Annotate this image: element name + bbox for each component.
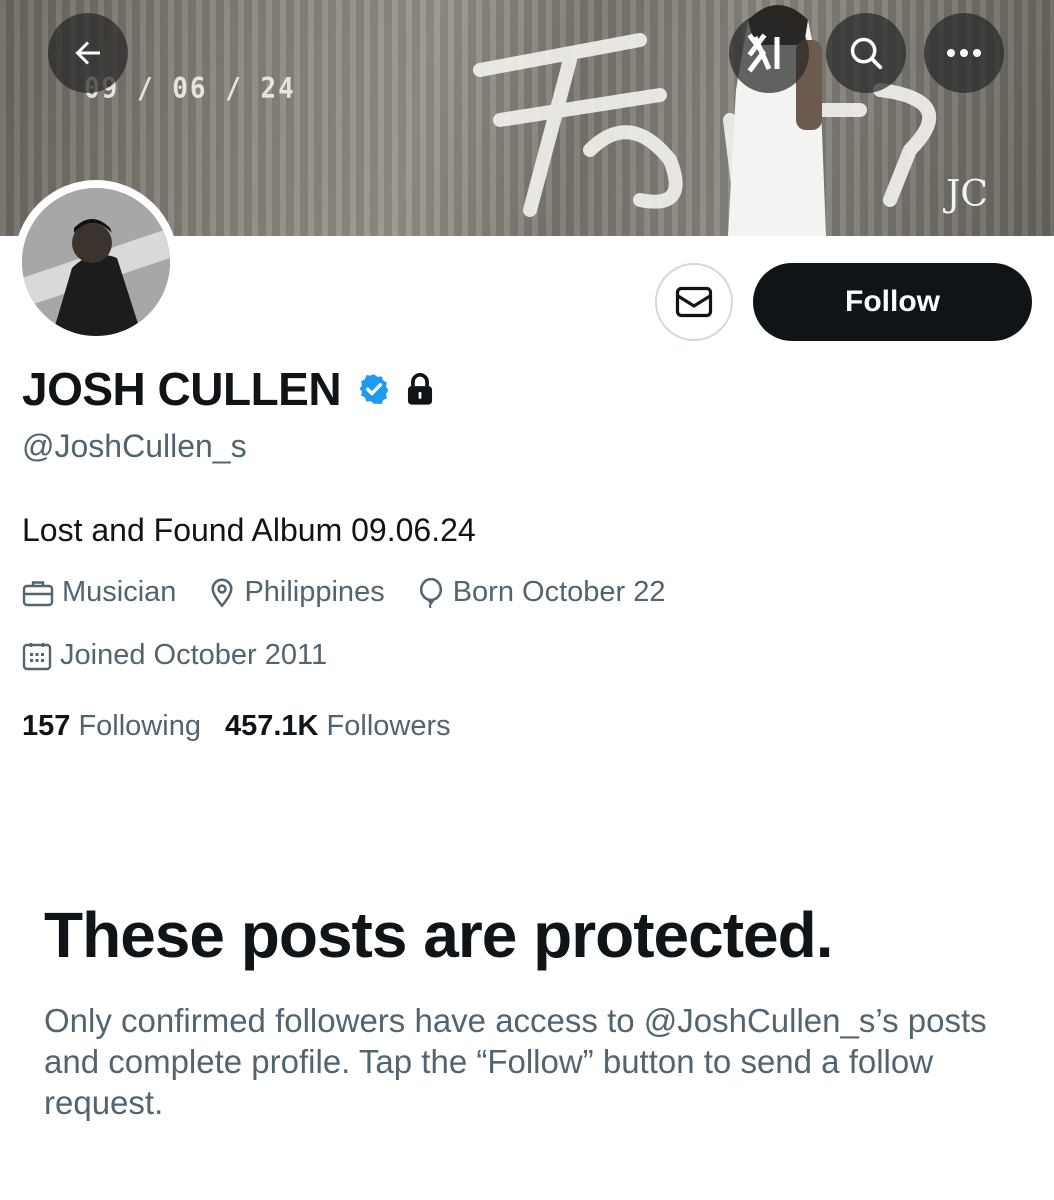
birthday-text: Born October 22	[452, 576, 666, 608]
follow-stats: 157 Following 457.1K Followers	[22, 710, 475, 743]
more-button[interactable]	[924, 13, 1004, 93]
avatar[interactable]	[14, 180, 178, 344]
followers-label: Followers	[326, 710, 451, 742]
user-handle: @JoshCullen_s	[22, 428, 247, 464]
followers-link[interactable]: 457.1K Followers	[225, 710, 451, 743]
message-button[interactable]	[655, 263, 733, 341]
search-button[interactable]	[826, 13, 906, 93]
followers-count: 457.1K	[224, 710, 319, 742]
following-link[interactable]: 157 Following	[22, 710, 201, 743]
arrow-left-icon	[75, 41, 100, 65]
location-item: Philippines	[208, 576, 385, 609]
joined-item: Joined October 2011	[22, 639, 327, 672]
location-text: Philippines	[244, 576, 385, 608]
search-icon	[850, 37, 883, 70]
profession-text: Musician	[62, 576, 177, 608]
briefcase-icon	[22, 580, 54, 606]
protected-description: Only confirmed followers have access to …	[44, 1002, 987, 1121]
name-row: JOSH CULLEN	[22, 362, 435, 416]
banner-logo: JC	[946, 174, 988, 215]
display-name: JOSH CULLEN	[22, 363, 342, 415]
envelope-icon	[675, 286, 713, 318]
avatar-image	[22, 188, 170, 336]
joined-text: Joined October 2011	[60, 639, 328, 671]
more-icon	[947, 49, 981, 57]
balloon-icon	[419, 577, 442, 608]
following-label: Following	[78, 710, 201, 742]
grok-button[interactable]	[729, 13, 809, 93]
back-button[interactable]	[48, 13, 128, 93]
protected-title: These posts are protected.	[44, 899, 833, 971]
follow-button[interactable]: Follow	[753, 263, 1032, 341]
bio: Lost and Found Album 09.06.24	[22, 512, 476, 548]
following-count: 157	[22, 710, 71, 742]
location-pin-icon	[211, 577, 233, 608]
joined-row: Joined October 2011	[22, 639, 359, 672]
profile-meta-row: Musician Philippines Born October 22	[22, 576, 698, 609]
birthday-item: Born October 22	[417, 576, 666, 609]
lock-icon	[408, 373, 433, 405]
grok-icon	[747, 33, 780, 73]
profession-item: Musician	[22, 576, 176, 609]
calendar-icon	[22, 642, 52, 670]
verified-badge-icon[interactable]	[357, 372, 391, 406]
